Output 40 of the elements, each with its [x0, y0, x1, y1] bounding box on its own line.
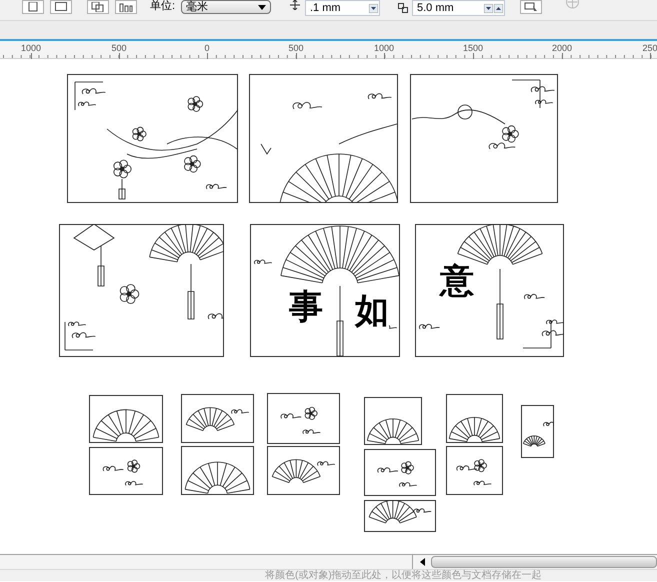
thumbnail-panel [446, 394, 503, 443]
portrait-page-icon [28, 2, 38, 12]
thumbnail-panel [364, 397, 422, 445]
pages-icon [91, 2, 105, 12]
ruler-label: 500 [288, 43, 304, 53]
columns-icon [119, 2, 133, 12]
nudge-icon [288, 0, 302, 10]
thumbnail-panel [364, 449, 436, 496]
ruler-label: 1000 [374, 43, 394, 53]
ruler-label: 1000 [20, 43, 42, 53]
select-tool-icon [524, 2, 538, 12]
columns-button[interactable] [115, 0, 137, 14]
thumbnail-panel [446, 446, 503, 495]
unit-dropdown[interactable]: 毫米 [181, 0, 271, 14]
unit-label: 单位: [150, 0, 176, 12]
spin-down-icon[interactable] [484, 4, 493, 12]
thumbnail-panel [521, 405, 554, 458]
ruler-label: 0 [204, 43, 210, 53]
spin-down-icon[interactable] [369, 4, 378, 12]
calligraphy-character: 意 [440, 262, 474, 300]
ruler-label: 1500 [462, 43, 484, 53]
caret-icon [258, 4, 266, 10]
calligraphy-character: 事 [289, 288, 323, 326]
landscape-page-button[interactable] [50, 0, 72, 14]
nudge-field[interactable]: .1 mm [305, 0, 380, 16]
pages-button[interactable] [87, 0, 109, 14]
ruler-label: 500 [111, 43, 127, 53]
landscape-page-icon [55, 2, 67, 12]
ruler-label: 2000 [552, 43, 572, 53]
status-hint: 将颜色(或对象)拖动至此处，以便将这些颜色与文档存储在一起 [265, 570, 542, 581]
left-arrow-icon [420, 558, 424, 566]
ruler-label: 250 [642, 43, 657, 53]
scrollbar-thumb[interactable] [431, 556, 657, 568]
spin-up-icon[interactable] [494, 4, 503, 12]
offset-icon [398, 3, 410, 14]
duplicate-offset-field[interactable]: 5.0 mm [412, 0, 505, 16]
thumbnail-panel [364, 500, 436, 532]
calligraphy-character: 如 [355, 292, 389, 330]
portrait-page-button[interactable] [22, 0, 44, 14]
select-tool-button[interactable] [520, 0, 542, 14]
